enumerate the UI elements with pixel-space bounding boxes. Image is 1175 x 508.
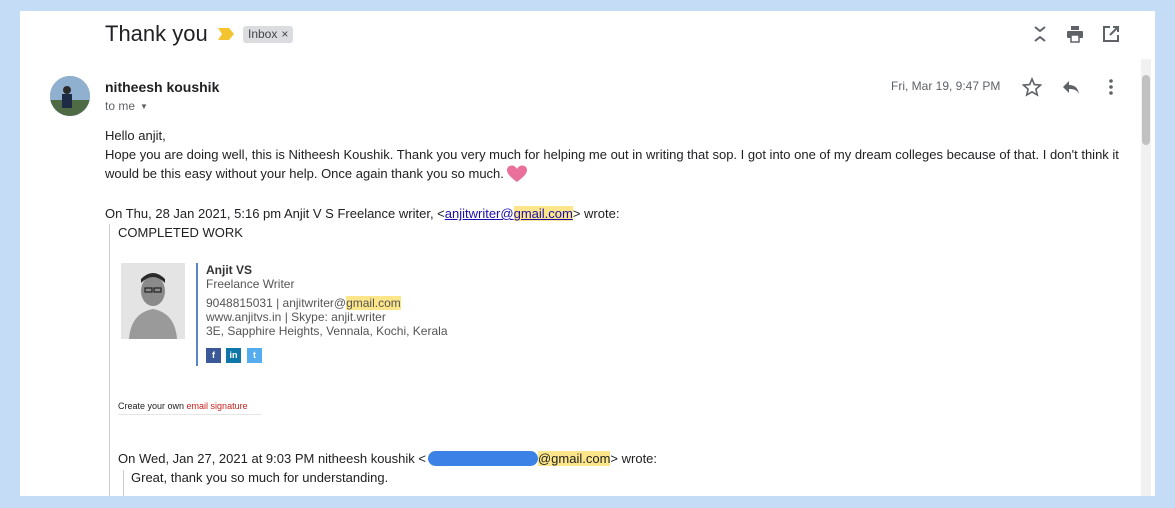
message-body: Hello anjit, Hope you are doing well, th… [105, 126, 1125, 183]
signature-photo [121, 263, 185, 339]
create-signature-note: Create your own email signature [118, 401, 248, 411]
label-chip-text: Inbox [248, 27, 278, 41]
divider [118, 414, 262, 415]
quote-bar-2 [123, 470, 124, 496]
quote-attribution-2: On Wed, Jan 27, 2021 at 9:03 PM nitheesh… [118, 451, 657, 466]
quote-bar [109, 224, 110, 496]
reply-icon[interactable] [1061, 77, 1081, 97]
quoted-text-2: Great, thank you so much for understandi… [131, 470, 389, 485]
star-icon[interactable] [1022, 77, 1042, 97]
message-date: Fri, Mar 19, 9:47 PM [891, 79, 1001, 93]
quote2-attribution-suffix: > wrote: [610, 451, 658, 466]
scrollbar-thumb[interactable] [1142, 75, 1150, 145]
important-marker-icon[interactable] [218, 28, 234, 40]
sender-name: nitheesh koushik [105, 79, 220, 95]
body-text: Hope you are doing well, this is Nithees… [105, 147, 1119, 181]
quote-attribution-suffix: > wrote: [572, 206, 620, 221]
print-icon[interactable] [1066, 25, 1084, 43]
inbox-label-chip: Inbox × [243, 26, 294, 43]
twitter-icon[interactable]: t [247, 348, 262, 363]
quoted-text: COMPLETED WORK [118, 225, 243, 240]
quote2-email-domain: @gmail.com [537, 451, 611, 466]
quote2-attribution-text: On Wed, Jan 27, 2021 at 9:03 PM nitheesh… [118, 451, 426, 466]
signature-email-domain: gmail.com [346, 296, 401, 310]
email-at: @ [500, 206, 514, 221]
signature-title: Freelance Writer [206, 277, 295, 291]
heart-emoji-icon [506, 165, 527, 182]
signature-address: 3E, Sapphire Heights, Vennala, Kochi, Ke… [206, 324, 448, 338]
email-signature-link[interactable]: email signature [187, 401, 248, 411]
email-view: Thank you Inbox × nitheesh koushik to me ▼… [20, 11, 1155, 496]
expand-collapse-icon[interactable] [1031, 25, 1049, 43]
signature-contact: 9048815031 | anjitwriter@gmail.com [206, 296, 401, 310]
quote-email-link[interactable]: anjitwriter@gmail.com [445, 206, 573, 221]
remove-label-icon[interactable]: × [281, 27, 288, 41]
sender-avatar[interactable] [50, 76, 90, 116]
linkedin-icon[interactable]: in [226, 348, 241, 363]
redacted-email [427, 451, 538, 466]
greeting: Hello anjit, [105, 128, 166, 143]
create-signature-text: Create your own [118, 401, 187, 411]
signature-phone: 9048815031 | anjitwriter@ [206, 296, 347, 310]
more-options-icon[interactable] [1101, 77, 1121, 97]
email-subject: Thank you [105, 21, 208, 46]
body-paragraph: Hope you are doing well, this is Nithees… [105, 145, 1125, 183]
open-new-window-icon[interactable] [1102, 25, 1120, 43]
recipient-details[interactable]: to me ▼ [105, 99, 148, 113]
quote-attribution-text: On Thu, 28 Jan 2021, 5:16 pm Anjit V S F… [105, 206, 445, 221]
chevron-down-icon[interactable]: ▼ [140, 102, 148, 111]
scrollbar[interactable] [1141, 59, 1151, 496]
signature-name: Anjit VS [206, 263, 253, 277]
signature-web: www.anjitvs.in | Skype: anjit.writer [206, 310, 386, 324]
recipient-label: to me [105, 99, 136, 113]
email-domain-highlight: gmail.com [513, 206, 573, 221]
facebook-icon[interactable]: f [206, 348, 221, 363]
quote-attribution: On Thu, 28 Jan 2021, 5:16 pm Anjit V S F… [105, 206, 619, 221]
email-user: anjitwriter [444, 206, 501, 221]
signature-divider [196, 263, 198, 366]
